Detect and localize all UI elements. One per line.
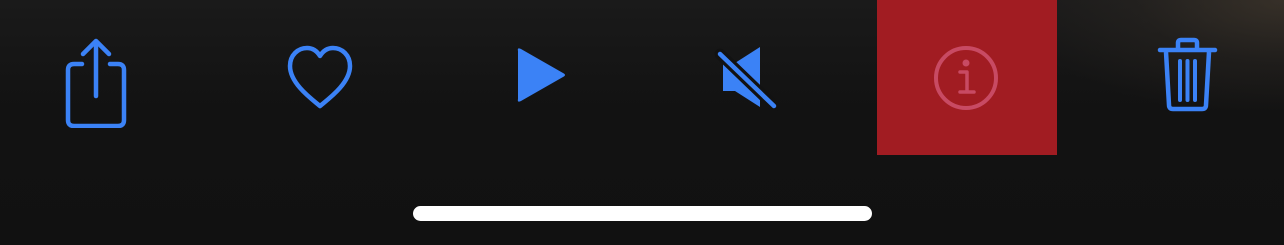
mute-button[interactable] <box>705 35 795 120</box>
speaker-muted-icon <box>714 47 780 112</box>
delete-button[interactable] <box>1145 30 1230 120</box>
favorite-button[interactable] <box>275 30 365 120</box>
play-icon <box>517 48 565 102</box>
photo-viewer-toolbar <box>0 0 1284 245</box>
heart-icon <box>287 45 353 109</box>
share-icon <box>65 38 127 128</box>
info-button[interactable] <box>877 0 1057 155</box>
trash-icon <box>1157 37 1218 112</box>
share-button[interactable] <box>46 18 146 128</box>
play-button[interactable] <box>500 35 580 115</box>
info-icon <box>934 46 998 110</box>
home-indicator[interactable] <box>413 206 872 221</box>
